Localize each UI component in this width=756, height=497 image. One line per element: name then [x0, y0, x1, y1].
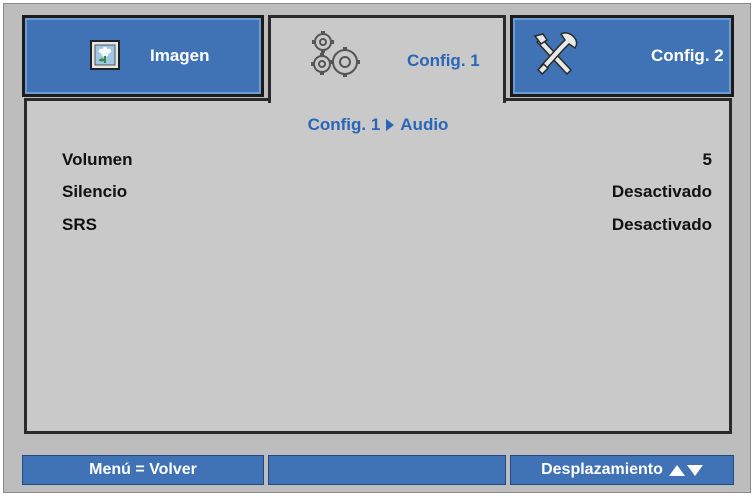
- breadcrumb-current: Audio: [400, 115, 449, 134]
- setting-label: Volumen: [62, 150, 133, 169]
- footer-right-label: Desplazamiento: [541, 461, 663, 478]
- footer-scroll-hint: Desplazamiento: [510, 455, 734, 485]
- setting-value: 5: [702, 150, 712, 169]
- setting-label: SRS: [62, 215, 97, 234]
- breadcrumb: Config. 1 Audio: [27, 115, 729, 135]
- arrow-down-icon: [686, 464, 703, 476]
- setting-value: Desactivado: [611, 215, 712, 234]
- arrow-up-icon: [668, 464, 685, 476]
- tools-icon: [533, 32, 581, 76]
- breadcrumb-parent: Config. 1: [307, 115, 381, 134]
- tab-config-1-label: Config. 1: [407, 50, 480, 70]
- footer-left-label: Menú = Volver: [89, 461, 197, 478]
- tab-imagen[interactable]: Imagen: [22, 15, 264, 97]
- setting-volumen[interactable]: Volumen 5: [62, 148, 712, 172]
- picture-icon: [90, 40, 120, 70]
- breadcrumb-arrow-icon: [386, 118, 395, 131]
- setting-value: Desactivado: [611, 182, 712, 201]
- tab-imagen-label: Imagen: [150, 46, 210, 65]
- setting-silencio[interactable]: Silencio Desactivado: [62, 180, 712, 204]
- tab-config-2-label: Config. 2: [651, 46, 724, 65]
- gears-icon: [309, 30, 365, 80]
- footer-middle: [268, 455, 506, 485]
- setting-srs[interactable]: SRS Desactivado: [62, 213, 712, 237]
- footer-back-hint: Menú = Volver: [22, 455, 264, 485]
- tab-config-1[interactable]: Config. 1: [268, 15, 506, 103]
- settings-panel: Config. 1 Audio Volumen 5 Silencio Desact…: [24, 98, 732, 434]
- tab-config-2[interactable]: Config. 2: [510, 15, 734, 97]
- setting-label: Silencio: [62, 182, 128, 201]
